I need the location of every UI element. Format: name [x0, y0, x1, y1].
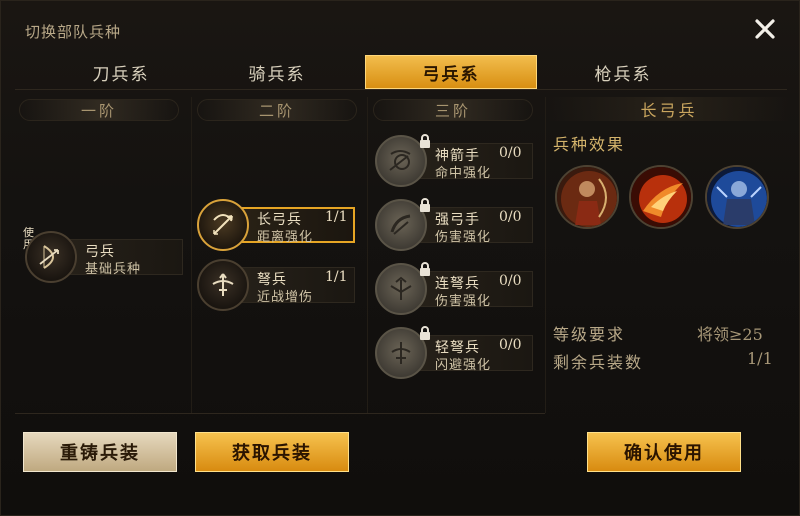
tier-header-3: 三阶: [373, 99, 533, 121]
target-bow-icon: [375, 134, 430, 187]
unit-switch-dialog: 切换部队兵种 刀兵系 骑兵系 弓兵系 枪兵系 一阶 二阶 三阶 使用 弓兵 基础…: [0, 0, 800, 516]
unit-card-repeating-crossbow[interactable]: 连弩兵 0/0 伤害强化: [375, 262, 535, 315]
lock-icon: [420, 134, 430, 148]
lock-icon: [420, 326, 430, 340]
close-icon[interactable]: [753, 17, 777, 41]
unit-card-crossbowman[interactable]: 弩兵 1/1 近战增伤: [197, 259, 357, 311]
unit-card-marksman[interactable]: 神箭手 0/0 命中强化: [375, 134, 535, 187]
unit-count: 0/0: [499, 145, 522, 161]
bow-icon: [25, 231, 77, 283]
tab-spear[interactable]: 枪兵系: [537, 55, 709, 89]
grid-bottom-divider: [15, 413, 545, 414]
unit-count: 0/0: [499, 337, 522, 353]
lock-icon: [420, 262, 430, 276]
unit-card-bowman[interactable]: 弓兵 基础兵种: [25, 231, 185, 283]
confirm-use-button[interactable]: 确认使用: [587, 432, 741, 472]
tab-blade[interactable]: 刀兵系: [35, 55, 207, 89]
unit-card-longbowman[interactable]: 长弓兵 1/1 距离强化: [197, 199, 357, 251]
unit-desc: 伤害强化: [435, 230, 492, 245]
longbow-icon: [197, 199, 249, 251]
fire-burst-icon[interactable]: [629, 165, 693, 229]
archer-portrait-icon[interactable]: [555, 165, 619, 229]
acquire-equipment-button[interactable]: 获取兵装: [195, 432, 349, 472]
recast-equipment-button[interactable]: 重铸兵装: [23, 432, 177, 472]
armored-warrior-icon[interactable]: [705, 165, 769, 229]
column-divider: [545, 97, 546, 413]
repeating-crossbow-icon: [375, 262, 430, 315]
level-requirement-label: 等级要求: [553, 325, 626, 344]
unit-card-light-crossbow[interactable]: 轻弩兵 0/0 闪避强化: [375, 326, 535, 379]
unit-effects-label: 兵种效果: [553, 135, 626, 154]
remaining-equipment-value: 1/1: [747, 349, 773, 368]
unit-desc: 基础兵种: [85, 262, 142, 277]
column-divider: [191, 97, 192, 413]
strong-bow-icon: [375, 198, 430, 251]
crossbow-icon: [197, 259, 249, 311]
unit-count: 0/0: [499, 273, 522, 289]
unit-count: 1/1: [325, 269, 348, 285]
unit-desc: 闪避强化: [435, 358, 492, 373]
tier-header-2: 二阶: [197, 99, 357, 121]
unit-card-strong-archer[interactable]: 强弓手 0/0 伤害强化: [375, 198, 535, 251]
unit-desc: 近战增伤: [257, 290, 314, 305]
dialog-title: 切换部队兵种: [25, 23, 122, 41]
column-divider: [367, 97, 368, 413]
lock-icon: [420, 198, 430, 212]
tab-archer[interactable]: 弓兵系: [365, 55, 537, 89]
unit-desc: 距离强化: [257, 230, 314, 245]
tab-cavalry[interactable]: 骑兵系: [191, 55, 363, 89]
unit-desc: 命中强化: [435, 166, 492, 181]
selected-unit-title: 长弓兵: [549, 97, 789, 121]
unit-desc: 伤害强化: [435, 294, 492, 309]
remaining-equipment-label: 剩余兵装数: [553, 353, 644, 372]
unit-count: 0/0: [499, 209, 522, 225]
light-crossbow-icon: [375, 326, 430, 379]
unit-count: 1/1: [325, 209, 348, 225]
tier-header-1: 一阶: [19, 99, 179, 121]
level-requirement-value: 将领≥25: [697, 325, 763, 344]
tab-divider: [15, 89, 787, 90]
